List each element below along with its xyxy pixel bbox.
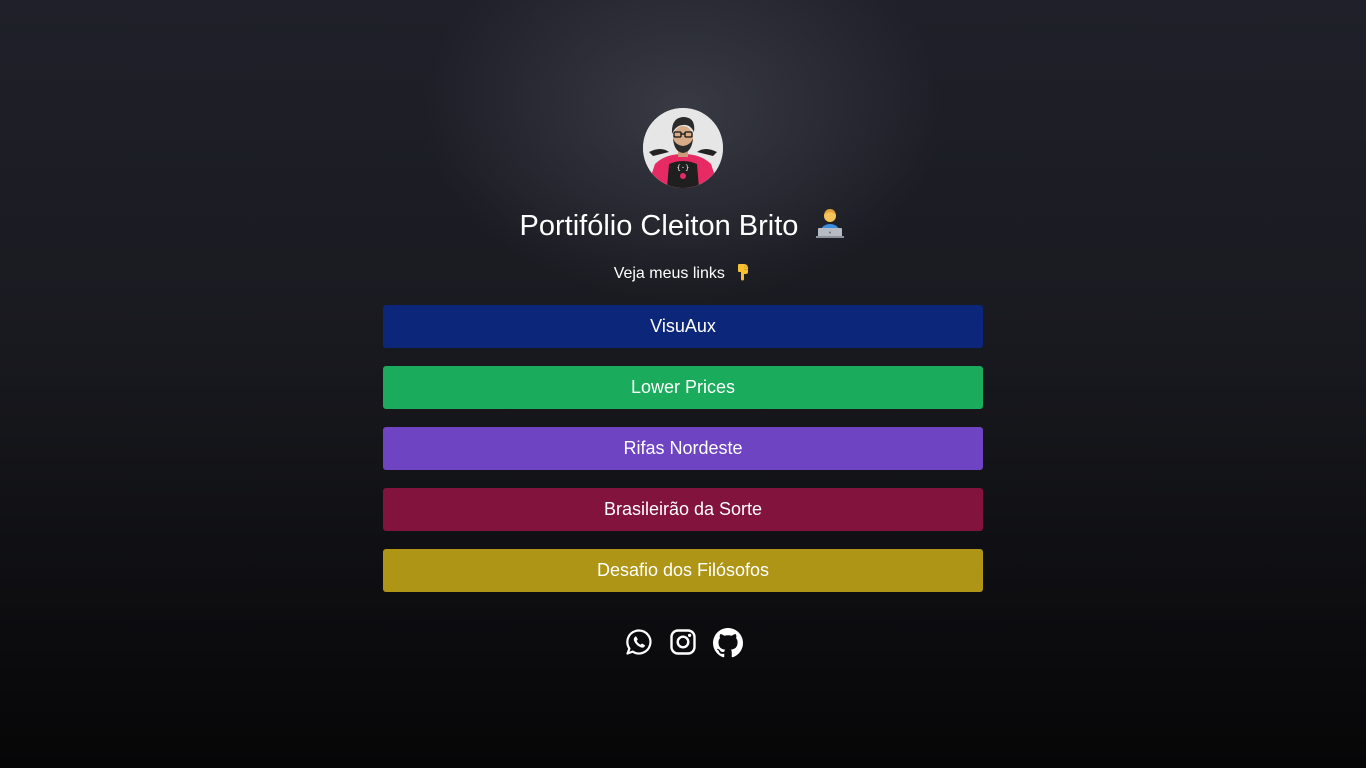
github-icon[interactable] bbox=[713, 628, 743, 658]
page: {·} Portifólio Cleiton Brito Veja meus l… bbox=[0, 0, 1366, 768]
avatar-illustration: {·} bbox=[643, 108, 723, 188]
social-links bbox=[0, 628, 1366, 658]
link-button-rifas-nordeste[interactable]: Rifas Nordeste bbox=[383, 427, 983, 470]
instagram-icon[interactable] bbox=[669, 628, 697, 656]
subtitle-text: Veja meus links bbox=[613, 265, 725, 282]
link-button-lower-prices[interactable]: Lower Prices bbox=[383, 366, 983, 409]
whatsapp-icon[interactable] bbox=[625, 628, 653, 656]
technologist-icon bbox=[814, 207, 846, 250]
page-subtitle: Veja meus links bbox=[0, 263, 1366, 288]
page-title: Portifólio Cleiton Brito bbox=[0, 206, 1366, 250]
avatar: {·} bbox=[643, 108, 723, 188]
title-text: Portifólio Cleiton Brito bbox=[519, 210, 799, 242]
svg-text:{·}: {·} bbox=[677, 164, 690, 172]
link-button-desafio-dos-filosofos[interactable]: Desafio dos Filósofos bbox=[383, 549, 983, 592]
pointing-down-icon bbox=[734, 263, 752, 288]
link-button-visuaux[interactable]: VisuAux bbox=[383, 305, 983, 348]
links-list: VisuAux Lower Prices Rifas Nordeste Bras… bbox=[383, 305, 983, 610]
link-button-brasileirao-da-sorte[interactable]: Brasileirão da Sorte bbox=[383, 488, 983, 531]
